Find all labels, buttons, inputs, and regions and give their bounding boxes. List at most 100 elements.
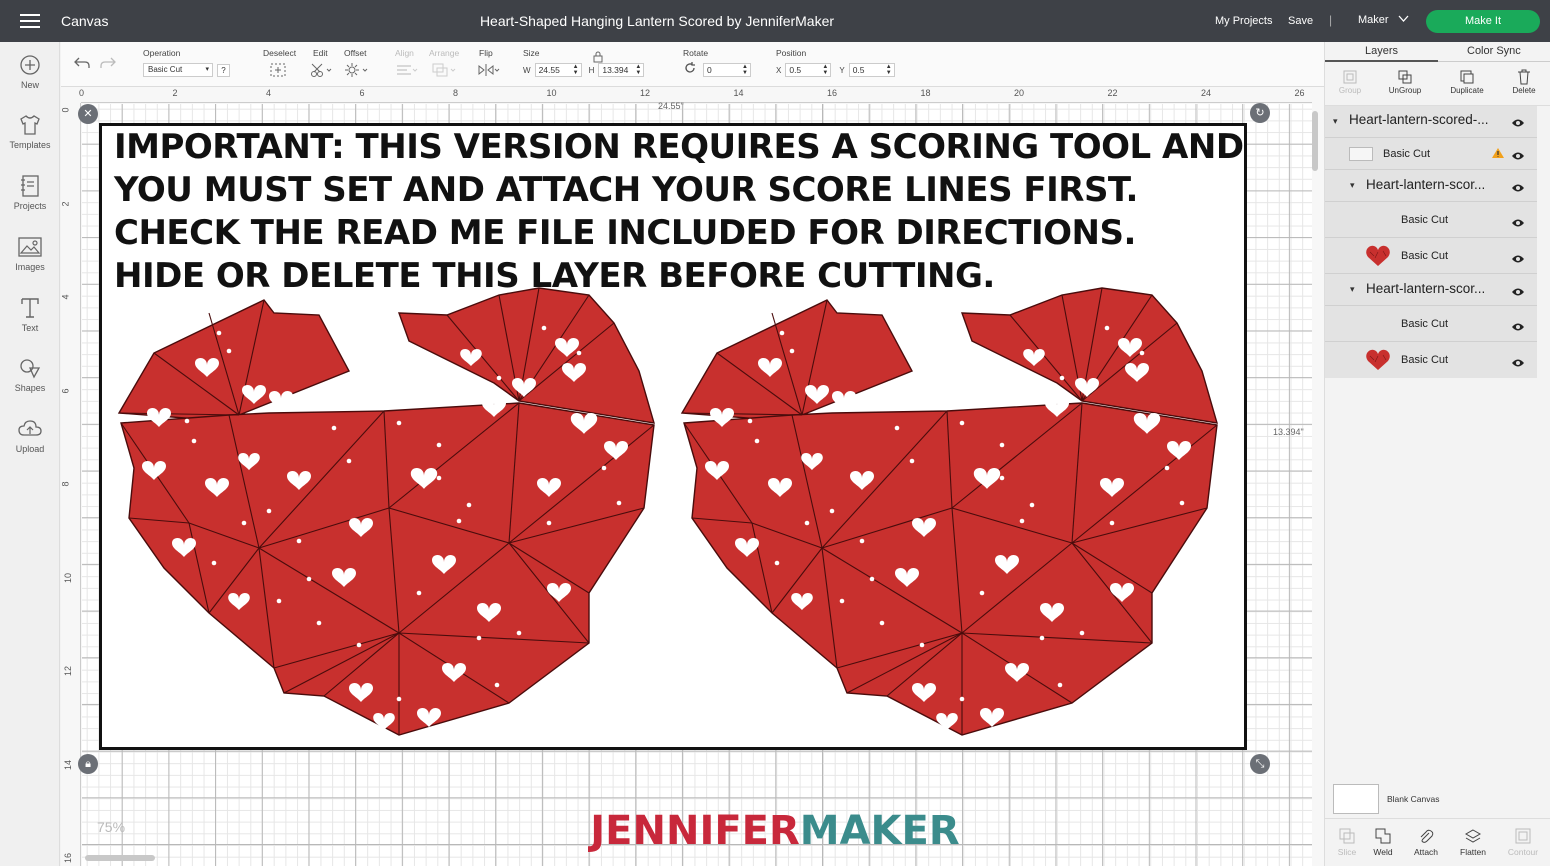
- rotate-handle-icon[interactable]: ↻: [1250, 103, 1270, 123]
- heart-lantern-pieces[interactable]: [99, 123, 1247, 750]
- close-handle-icon[interactable]: ✕: [78, 104, 98, 124]
- top-bar: Canvas Heart-Shaped Hanging Lantern Scor…: [0, 0, 1550, 42]
- layer-row[interactable]: Basic Cut: [1325, 202, 1537, 238]
- stepper-icon[interactable]: ▲ ▼: [742, 64, 748, 76]
- ruler-tick-label: 0: [61, 107, 71, 113]
- vertical-scrollbar[interactable]: [1312, 111, 1318, 171]
- attach-button[interactable]: Attach: [1404, 825, 1448, 857]
- operation-select[interactable]: Basic Cut ▾: [143, 63, 213, 77]
- ruler-left: 0 2 4 6 8 10 12 14 16: [61, 103, 81, 866]
- eye-icon[interactable]: [1511, 251, 1525, 269]
- horizontal-scrollbar[interactable]: [85, 855, 155, 861]
- duplicate-button[interactable]: Duplicate: [1442, 68, 1492, 95]
- warning-icon[interactable]: [1491, 146, 1505, 164]
- machine-select[interactable]: Maker: [1358, 14, 1389, 26]
- ruler-top: 0 2 4 6 8 10 12 14 16 18 20 22 24 26: [79, 87, 1312, 103]
- stepper-icon[interactable]: ▲ ▼: [886, 64, 892, 76]
- eye-icon[interactable]: [1511, 355, 1525, 373]
- tab-layers[interactable]: Layers: [1365, 45, 1398, 57]
- layer-name: Heart-lantern-scor...: [1366, 281, 1486, 296]
- eye-icon[interactable]: [1511, 215, 1525, 233]
- tab-color-sync[interactable]: Color Sync: [1467, 45, 1521, 57]
- size-group: Size W 24.55 ▲ ▼ H 13.394 ▲ ▼: [523, 48, 645, 80]
- stepper-icon[interactable]: ▲ ▼: [573, 64, 579, 76]
- layer-row[interactable]: Basic Cut: [1325, 306, 1537, 342]
- eye-icon[interactable]: [1511, 115, 1525, 133]
- undo-icon[interactable]: [73, 56, 91, 75]
- height-input[interactable]: 13.394 ▲ ▼: [598, 63, 645, 77]
- projects-button[interactable]: Projects: [0, 173, 60, 211]
- delete-button[interactable]: Delete: [1499, 68, 1549, 95]
- heart-dot: [919, 642, 925, 648]
- heart-dot: [184, 418, 190, 424]
- arrange-icon: [429, 60, 459, 80]
- eye-icon[interactable]: [1511, 284, 1525, 302]
- shapes-button[interactable]: Shapes: [0, 355, 60, 393]
- x-input[interactable]: 0.5 ▲ ▼: [785, 63, 832, 77]
- brand-part-1: JENNIFER: [590, 808, 800, 854]
- heart-dot: [266, 508, 272, 514]
- caret-down-icon[interactable]: ▾: [1350, 180, 1355, 191]
- ruler-tick-label: 20: [1014, 88, 1025, 98]
- width-input[interactable]: 24.55 ▲ ▼: [534, 63, 582, 77]
- heart-dot: [276, 598, 282, 604]
- flatten-button[interactable]: Flatten: [1451, 825, 1495, 857]
- offset-group[interactable]: Offset: [344, 48, 370, 80]
- y-input[interactable]: 0.5 ▲ ▼: [848, 63, 895, 77]
- layer-group-row[interactable]: ▾ Heart-lantern-scor...: [1325, 274, 1537, 306]
- edit-label: Edit: [313, 48, 328, 58]
- lock-icon[interactable]: [593, 50, 603, 68]
- layer-group-row[interactable]: ▾ Heart-lantern-scor...: [1325, 170, 1537, 202]
- operation-label: Operation: [143, 48, 181, 58]
- flip-label: Flip: [479, 48, 493, 58]
- lock-handle-icon[interactable]: 🔒︎: [78, 754, 98, 774]
- group-icon: [1325, 68, 1375, 86]
- make-it-button[interactable]: Make It: [1426, 10, 1540, 33]
- resize-handle-icon[interactable]: ⤡: [1250, 754, 1270, 774]
- save-button[interactable]: Save: [1288, 15, 1313, 27]
- height-value: 13.394: [602, 65, 629, 75]
- blank-canvas-label: Blank Canvas: [1387, 794, 1440, 804]
- images-button[interactable]: Images: [0, 234, 60, 272]
- ungroup-button[interactable]: UnGroup: [1380, 68, 1430, 95]
- deselect-group[interactable]: Deselect: [263, 48, 296, 80]
- group-button[interactable]: Group: [1325, 68, 1375, 95]
- document-title[interactable]: Heart-Shaped Hanging Lantern Scored by J…: [0, 13, 1314, 29]
- ruler-tick-label: 14: [63, 759, 74, 770]
- upload-button[interactable]: Upload: [0, 416, 60, 454]
- stepper-icon[interactable]: ▲ ▼: [822, 64, 828, 76]
- eye-icon[interactable]: [1511, 180, 1525, 198]
- new-button[interactable]: New: [0, 52, 60, 90]
- rotate-input[interactable]: 0 ▲ ▼: [703, 63, 751, 77]
- text-button[interactable]: Text: [0, 295, 60, 333]
- layer-name: Heart-lantern-scored-...: [1349, 112, 1489, 127]
- eye-icon[interactable]: [1511, 319, 1525, 337]
- flip-group[interactable]: Flip: [477, 48, 501, 80]
- chevron-down-icon[interactable]: [1398, 15, 1409, 25]
- redo-icon[interactable]: [99, 56, 117, 75]
- design-canvas[interactable]: 0 2 4 6 8 10 12 14 16 18 20 22 24 26 0 2 4 6 8 10 12 14 16 24…: [61, 87, 1324, 866]
- contour-button[interactable]: Contour: [1501, 825, 1545, 857]
- layer-row[interactable]: Basic Cut: [1325, 342, 1537, 378]
- caret-down-icon[interactable]: ▾: [1333, 116, 1338, 127]
- heart-dot: [1109, 520, 1115, 526]
- caret-down-icon[interactable]: ▾: [1350, 284, 1355, 295]
- text-icon: [0, 295, 60, 321]
- heart-dot: [494, 682, 500, 688]
- my-projects-link[interactable]: My Projects: [1215, 15, 1272, 27]
- layer-group-row[interactable]: ▾ Heart-lantern-scored-...: [1325, 106, 1537, 138]
- help-button[interactable]: ?: [217, 63, 230, 77]
- heart-dot: [1164, 465, 1170, 471]
- stepper-icon[interactable]: ▲ ▼: [635, 64, 641, 76]
- heart-dot: [616, 500, 622, 506]
- selected-design[interactable]: IMPORTANT: THIS VERSION REQUIRES A SCORI…: [99, 123, 1247, 750]
- edit-group[interactable]: Edit: [309, 48, 333, 80]
- eye-icon[interactable]: [1511, 148, 1525, 166]
- templates-button[interactable]: Templates: [0, 112, 60, 150]
- layer-row[interactable]: Basic Cut: [1325, 238, 1537, 274]
- ruler-tick-label: 10: [63, 572, 74, 583]
- layer-row[interactable]: Basic Cut: [1325, 138, 1537, 170]
- blank-canvas-swatch[interactable]: [1333, 784, 1379, 814]
- lantern-panel: [117, 299, 350, 422]
- weld-button[interactable]: Weld: [1361, 825, 1405, 857]
